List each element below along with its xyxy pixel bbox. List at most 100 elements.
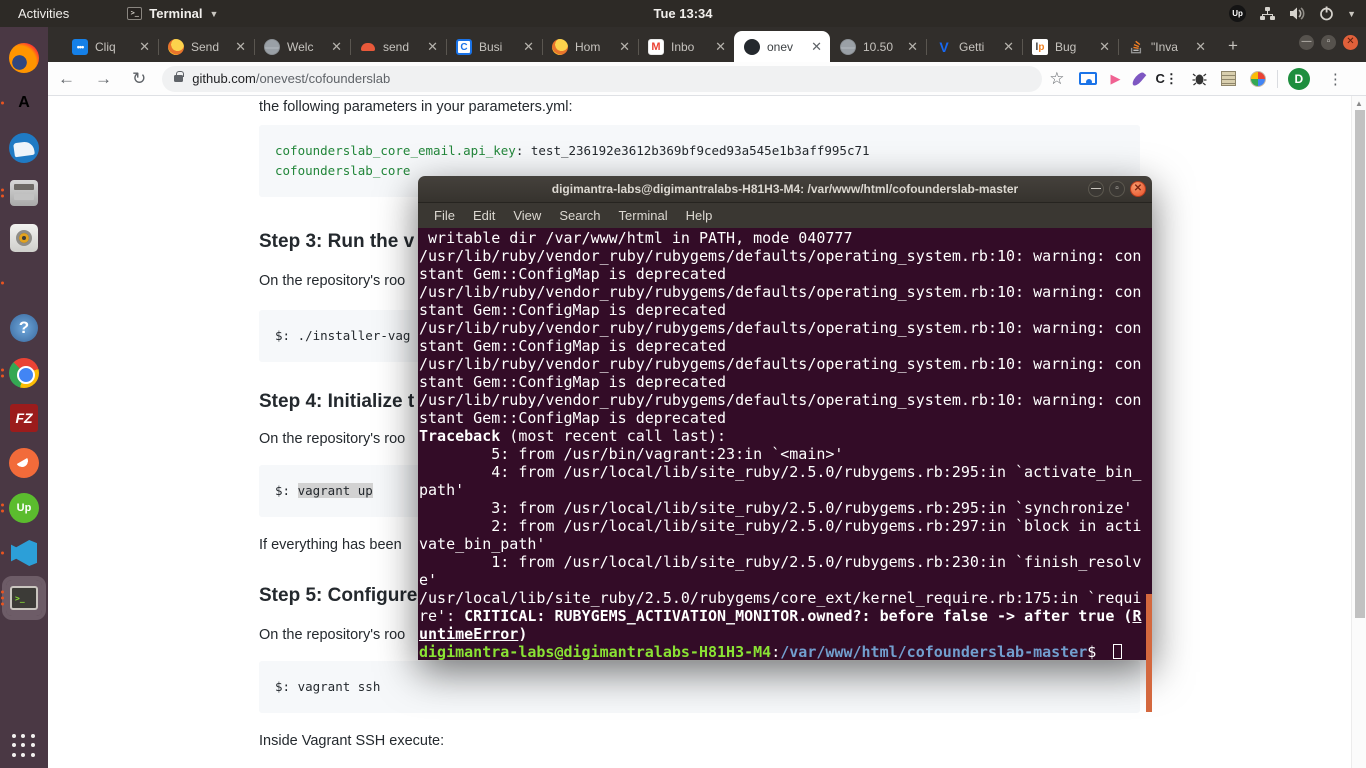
tab-cliq[interactable]: •••Cliq✕	[62, 32, 158, 62]
terminal-menu-view[interactable]: View	[505, 206, 549, 225]
tab-label: Welc	[287, 40, 329, 54]
tab-close-icon[interactable]: ✕	[1001, 39, 1016, 55]
video-extension-icon[interactable]: ▶	[1104, 71, 1128, 87]
dock-item-help[interactable]: ?	[6, 310, 42, 346]
clock[interactable]: Tue 13:34	[653, 6, 712, 21]
url-path: /onevest/cofounderslab	[256, 71, 390, 86]
dock-item-thunderbird[interactable]	[6, 130, 42, 166]
terminal-maximize-button[interactable]: ▫	[1109, 181, 1125, 197]
address-bar[interactable]: github.com/onevest/cofounderslab	[162, 66, 1042, 92]
browser-toolbar: ← → ↻ github.com/onevest/cofounderslab ☆…	[48, 62, 1366, 96]
terminal-menu-terminal[interactable]: Terminal	[611, 206, 676, 225]
activities-button[interactable]: Activities	[0, 0, 87, 27]
terminal-minimize-button[interactable]: —	[1088, 181, 1104, 197]
app-menu[interactable]: >_ Terminal ▼	[127, 6, 218, 21]
thunderbird-icon	[9, 133, 39, 163]
terminal-line: 3: from /usr/local/lib/site_ruby/2.5.0/r…	[419, 499, 1152, 517]
terminal-menu-help[interactable]: Help	[678, 206, 721, 225]
terminal-screen[interactable]: writable dir /var/www/html in PATH, mode…	[418, 228, 1152, 660]
tab-1050[interactable]: 10.50✕	[830, 32, 926, 62]
dock-item-filezilla[interactable]: FZ	[6, 400, 42, 436]
dock-item-terminal[interactable]: >_	[6, 580, 42, 616]
colorzilla-extension-icon[interactable]: C⋮	[1149, 71, 1185, 87]
minimize-button[interactable]: —	[1299, 35, 1314, 50]
terminal-close-button[interactable]: ✕	[1130, 181, 1146, 197]
tab-send[interactable]: Send✕	[158, 32, 254, 62]
tab-label: "Inva	[1151, 40, 1193, 54]
dock-item-firefox[interactable]	[6, 40, 42, 76]
url-host: github.com	[192, 71, 256, 86]
running-indicator	[1, 102, 4, 105]
dock-item-libreoffice-writer[interactable]	[6, 265, 42, 301]
dock-item-upwork[interactable]: Up	[6, 490, 42, 526]
browser-menu-icon[interactable]: ⋮	[1318, 70, 1353, 88]
tab-label: 10.50	[863, 40, 905, 54]
selected-text: vagrant up	[298, 483, 373, 498]
postman-icon	[9, 448, 39, 478]
tab-close-icon[interactable]: ✕	[233, 39, 248, 55]
tab-close-icon[interactable]: ✕	[1097, 39, 1112, 55]
terminal-menu-edit[interactable]: Edit	[465, 206, 503, 225]
libreoffice-writer-icon	[8, 267, 40, 299]
dock-item-rhythmbox[interactable]	[6, 220, 42, 256]
terminal-line: 1: from /usr/local/lib/site_ruby/2.5.0/r…	[419, 553, 1152, 571]
terminal-scrollbar-thumb[interactable]	[1146, 594, 1152, 712]
tab-busi[interactable]: C Busi✕	[446, 32, 542, 62]
dock-item-postman[interactable]	[6, 445, 42, 481]
terminal-line: /usr/local/lib/site_ruby/2.5.0/rubygems/…	[419, 589, 1152, 607]
close-button[interactable]: ✕	[1343, 35, 1358, 50]
tab-close-icon[interactable]: ✕	[521, 39, 536, 55]
dock-item-chrome[interactable]	[6, 355, 42, 391]
terminal-menu-file[interactable]: File	[426, 206, 463, 225]
notes-extension-icon[interactable]	[1214, 71, 1243, 86]
cast-extension-icon[interactable]	[1072, 72, 1104, 85]
step4-after-paragraph: If everything has been	[259, 537, 402, 553]
tab-label: Busi	[479, 40, 521, 54]
volume-icon	[1289, 6, 1306, 21]
profile-avatar[interactable]: D	[1288, 68, 1310, 90]
tab-close-icon[interactable]: ✕	[1193, 39, 1208, 55]
github-icon	[744, 39, 760, 55]
cblue-icon: C	[456, 39, 472, 55]
tab-welc[interactable]: Welc✕	[254, 32, 350, 62]
tab-close-icon[interactable]: ✕	[809, 39, 824, 55]
step4-paragraph: On the repository's roo	[259, 431, 405, 447]
dock-item-files[interactable]	[6, 175, 42, 211]
palette-extension-icon[interactable]	[1243, 71, 1273, 87]
browser-scrollbar-thumb[interactable]	[1355, 110, 1365, 618]
tab-inva[interactable]: "Inva✕	[1118, 32, 1214, 62]
tab-close-icon[interactable]: ✕	[137, 39, 152, 55]
system-tray[interactable]: Up ▼	[1229, 0, 1356, 27]
tab-onev[interactable]: onev✕	[734, 31, 830, 62]
terminal-output: writable dir /var/www/html in PATH, mode…	[419, 229, 1152, 661]
tab-bug[interactable]: lpBug✕	[1022, 32, 1118, 62]
reload-button[interactable]: ↻	[122, 69, 156, 89]
bug-extension-icon[interactable]	[1185, 71, 1214, 86]
forward-button[interactable]: →	[85, 69, 122, 89]
tab-getti[interactable]: VGetti✕	[926, 32, 1022, 62]
dock-item-vscode[interactable]	[6, 535, 42, 571]
maximize-button[interactable]: ▫	[1321, 35, 1336, 50]
globe-icon	[840, 39, 856, 55]
tab-close-icon[interactable]: ✕	[617, 39, 632, 55]
bookmark-star-icon[interactable]: ☆	[1042, 69, 1071, 89]
show-applications-button[interactable]	[12, 734, 36, 758]
scrollbar-up-arrow[interactable]: ▲	[1352, 96, 1366, 108]
new-tab-button[interactable]: +	[1214, 36, 1252, 62]
dock-item-ubuntu-software[interactable]: A	[6, 85, 42, 121]
tab-close-icon[interactable]: ✕	[905, 39, 920, 55]
feather-extension-icon[interactable]	[1128, 71, 1149, 87]
tab-close-icon[interactable]: ✕	[329, 39, 344, 55]
tab-close-icon[interactable]: ✕	[713, 39, 728, 55]
tab-label: Hom	[575, 40, 617, 54]
tab-hom[interactable]: Hom✕	[542, 32, 638, 62]
tab-close-icon[interactable]: ✕	[425, 39, 440, 55]
terminal-title-bar[interactable]: digimantra-labs@digimantralabs-H81H3-M4:…	[418, 176, 1152, 203]
terminal-menu-search[interactable]: Search	[551, 206, 608, 225]
back-button[interactable]: ←	[48, 69, 85, 89]
tab-send[interactable]: send✕	[350, 32, 446, 62]
tab-inbo[interactable]: MInbo✕	[638, 32, 734, 62]
browser-scrollbar[interactable]: ▲	[1351, 96, 1366, 768]
terminal-line: path'	[419, 481, 1152, 499]
terminal-line: stant Gem::ConfigMap is deprecated	[419, 301, 1152, 319]
